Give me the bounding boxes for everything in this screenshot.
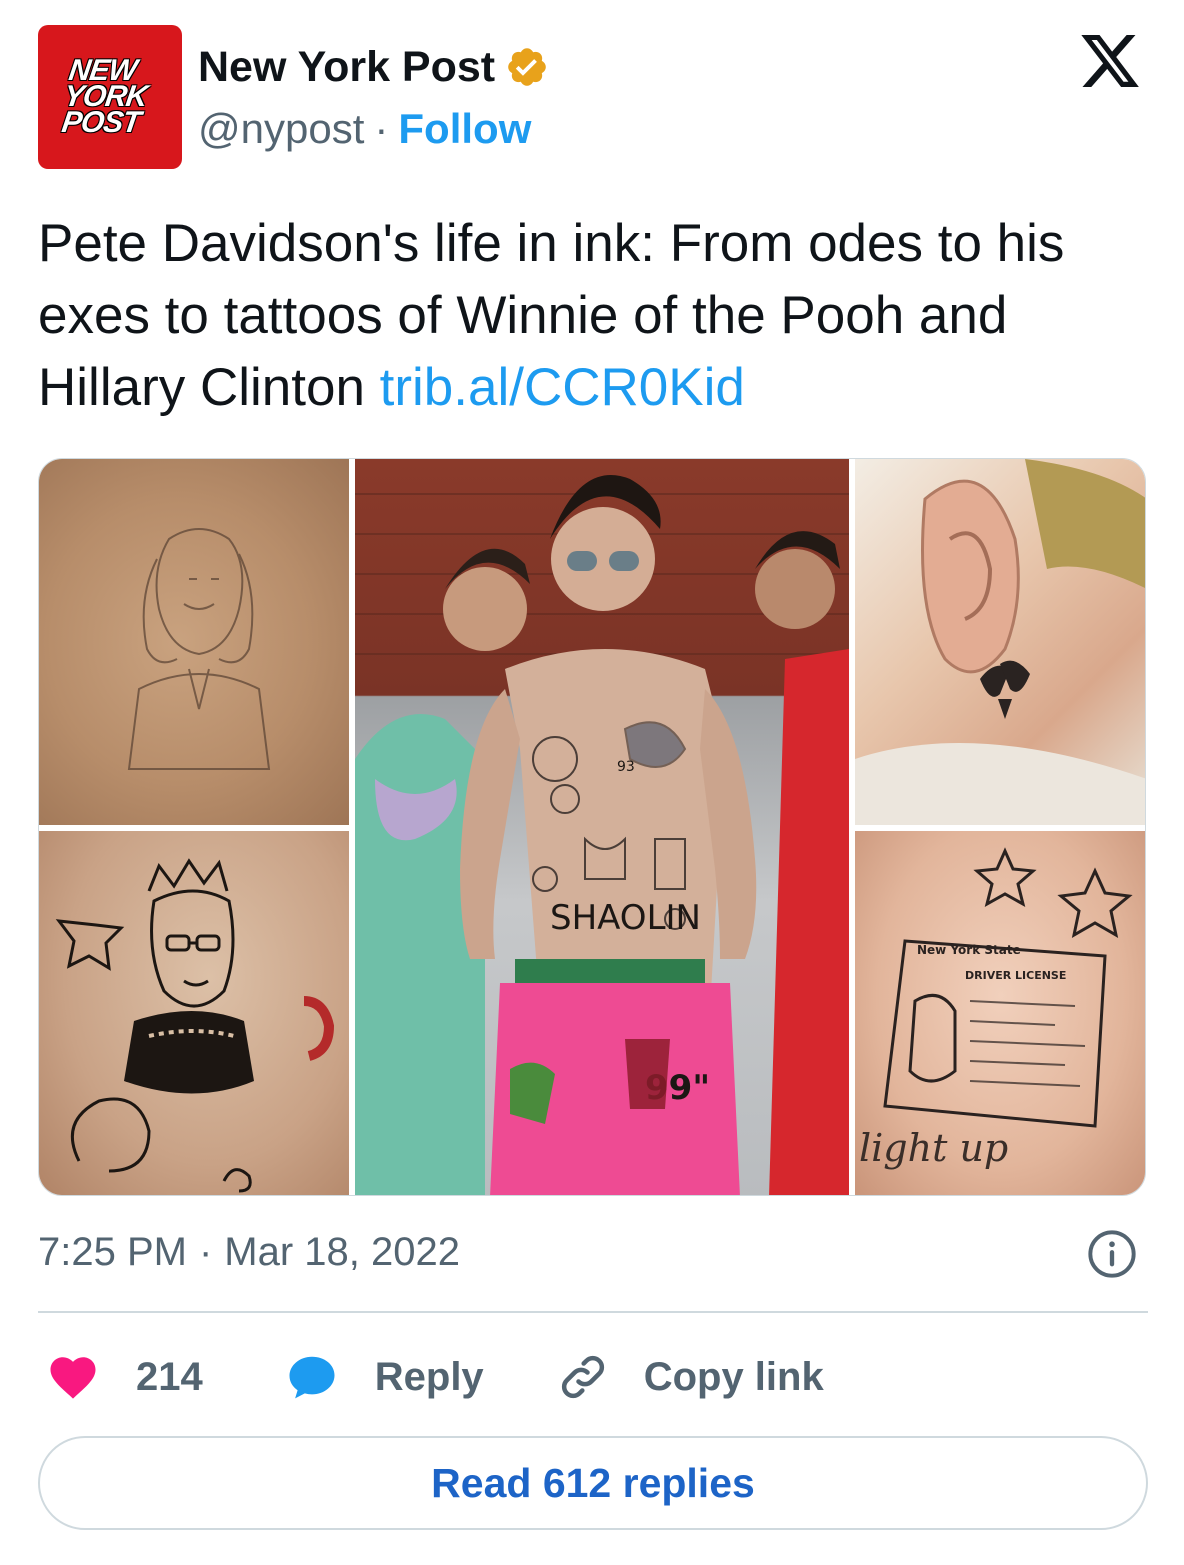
display-name[interactable]: New York Post	[198, 43, 495, 92]
tattoo-93: 93	[617, 759, 635, 775]
like-button[interactable]: 214	[46, 1350, 203, 1404]
tattoo-shaolin: SHAOLIN	[550, 898, 701, 938]
tweet-timestamp[interactable]: 7:25 PM · Mar 18, 2022	[38, 1222, 460, 1282]
crown-portrait-drawing	[55, 858, 335, 1193]
tweet-text: Pete Davidson's life in ink: From odes t…	[38, 208, 1148, 424]
reply-label: Reply	[374, 1354, 484, 1399]
main-photo-drawing: SHAOLIN 93 99"	[355, 475, 849, 1195]
reply-button[interactable]: Reply	[285, 1350, 484, 1404]
info-icon[interactable]	[1086, 1228, 1138, 1280]
tattoo-light-up: light up	[859, 1126, 1008, 1170]
ear-tattoo-drawing	[855, 459, 1145, 825]
copy-link-label: Copy link	[643, 1354, 824, 1399]
license-state-text: New York State	[917, 943, 1021, 957]
x-logo-icon[interactable]	[1078, 29, 1142, 93]
read-replies-button[interactable]: Read 612 replies	[38, 1436, 1148, 1530]
photo-crown-portrait-tattoo[interactable]	[39, 831, 349, 1195]
separator: ·	[198, 1229, 213, 1274]
tweet-header: NEW YORK POST New York Post @nypost · Fo…	[38, 25, 1146, 169]
reply-bubble-icon	[289, 1356, 335, 1399]
handle[interactable]: @nypost	[198, 105, 364, 153]
portrait-tattoo-drawing	[127, 528, 271, 770]
avatar[interactable]: NEW YORK POST	[38, 25, 182, 169]
name-row: New York Post	[198, 39, 549, 95]
heart-icon	[50, 1357, 96, 1399]
verified-badge-icon	[508, 48, 546, 86]
photo-ear-tattoo[interactable]	[855, 459, 1145, 825]
tweet-link[interactable]: trib.al/CCR0Kid	[380, 358, 745, 417]
tweet-time: 7:25 PM	[38, 1229, 187, 1274]
link-icon	[561, 1355, 604, 1399]
copy-link-button[interactable]: Copy link	[556, 1350, 824, 1404]
divider	[38, 1311, 1148, 1313]
license-tattoo-drawing: New York State DRIVER LICENSE light up	[859, 847, 1133, 1170]
tweet-date: Mar 18, 2022	[224, 1229, 460, 1274]
handle-row: @nypost · Follow	[198, 101, 531, 157]
photo-license-tattoo[interactable]: New York State DRIVER LICENSE light up	[855, 831, 1145, 1195]
photo-main-shirtless[interactable]: SHAOLIN 93 99"	[355, 459, 849, 1195]
license-title-text: DRIVER LICENSE	[965, 969, 1066, 982]
photo-portrait-tattoo[interactable]	[39, 459, 349, 825]
follow-button[interactable]: Follow	[398, 105, 531, 153]
like-count: 214	[136, 1354, 203, 1399]
separator: ·	[374, 105, 389, 152]
action-bar: 214 Reply Copy link	[46, 1346, 824, 1408]
avatar-text-line: POST	[59, 106, 143, 139]
media-collage[interactable]: SHAOLIN 93 99" New York State DRIVER LIC…	[38, 458, 1146, 1196]
